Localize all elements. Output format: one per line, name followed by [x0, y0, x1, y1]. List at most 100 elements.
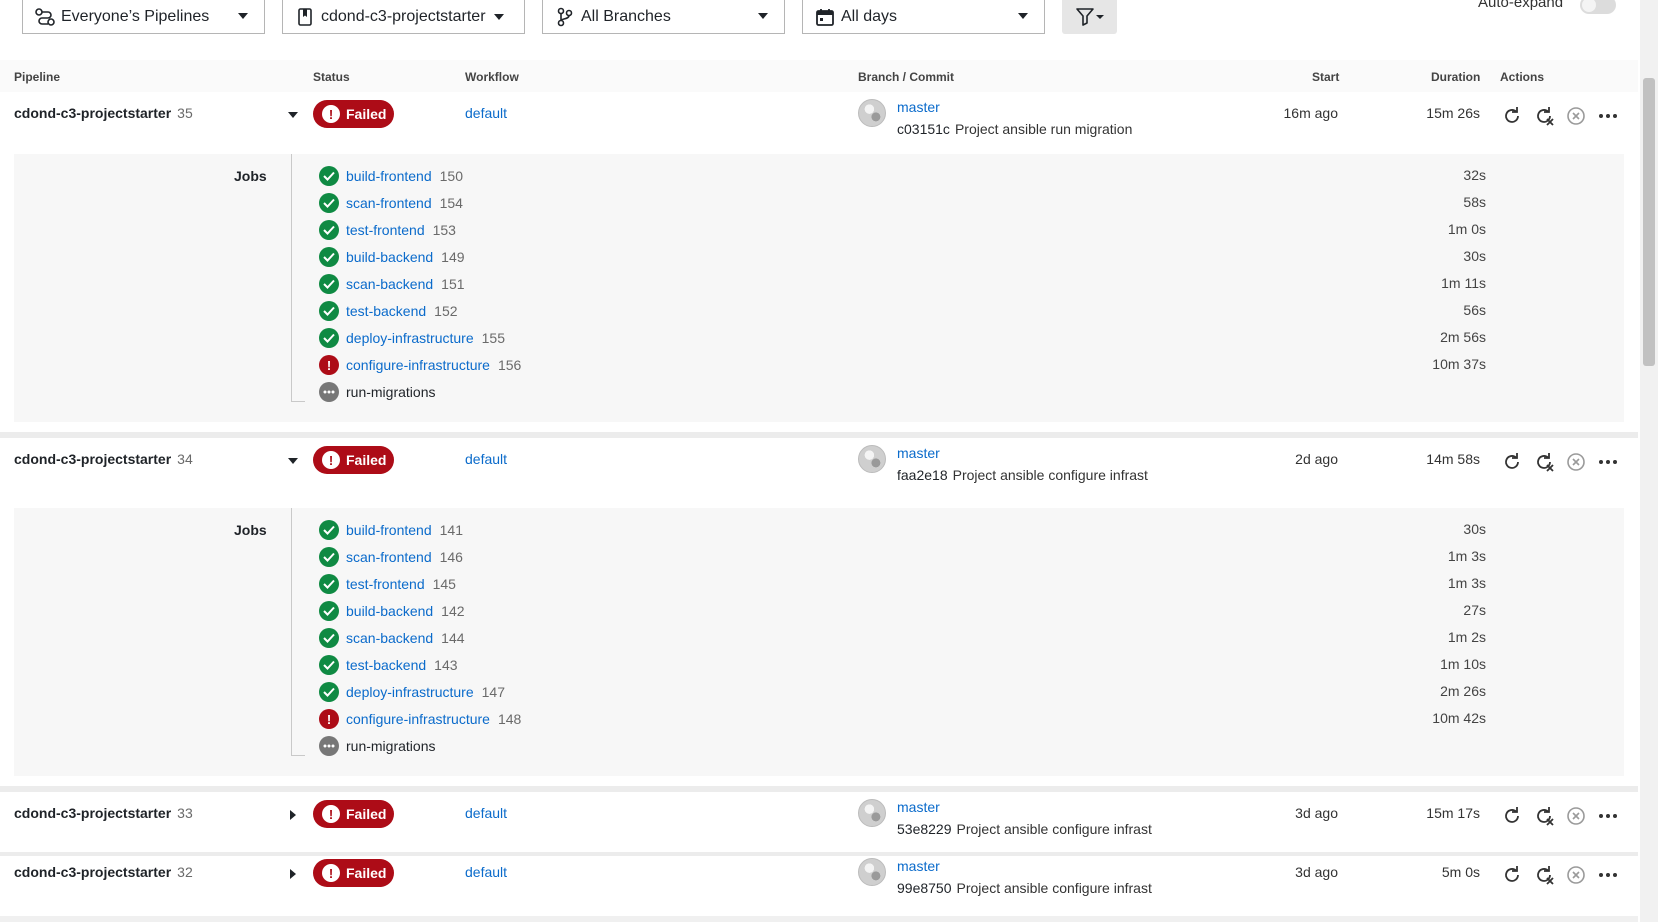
job-name-link[interactable]: deploy-infrastructure — [346, 330, 474, 346]
cancel-icon — [1567, 807, 1585, 825]
alert-icon: ! — [322, 864, 340, 882]
scrollbar-thumb[interactable] — [1643, 78, 1655, 366]
expand-chevron-icon[interactable] — [290, 869, 296, 879]
more-actions-button[interactable] — [1596, 804, 1620, 828]
pipeline-row: cdond-c3-projectstarter 34 ! Failed defaul… — [0, 438, 1638, 500]
commit-info: faa2e18 Project ansible configure infrast — [897, 467, 1148, 483]
job-duration: 1m 0s — [1447, 221, 1486, 237]
rerun-failed-button[interactable] — [1532, 450, 1556, 474]
commit-sha[interactable]: 53e8229 — [897, 821, 952, 837]
cancel-button[interactable] — [1564, 804, 1588, 828]
auto-expand-toggle[interactable] — [1580, 0, 1616, 14]
status-label: Failed — [346, 806, 387, 822]
not-run-dots-icon — [319, 736, 339, 756]
branch-icon — [555, 7, 575, 27]
rerun-button[interactable] — [1500, 863, 1524, 887]
column-header-branch-commit: Branch / Commit — [858, 70, 955, 84]
success-check-icon — [319, 574, 339, 594]
collapse-chevron-icon[interactable] — [288, 112, 298, 118]
job-item: run-migrations — [319, 735, 435, 757]
job-name-link[interactable]: scan-backend — [346, 630, 433, 646]
cancel-button[interactable] — [1564, 104, 1588, 128]
status-badge[interactable]: ! Failed — [313, 100, 394, 128]
job-duration: 1m 11s — [1441, 275, 1486, 291]
job-name-link[interactable]: build-frontend — [346, 522, 432, 538]
more-actions-button[interactable] — [1596, 863, 1620, 887]
job-name-link[interactable]: test-backend — [346, 657, 426, 673]
branch-filter-dropdown[interactable]: All Branches — [542, 0, 785, 34]
commit-message: Project ansible run migration — [954, 121, 1133, 137]
column-header-pipeline: Pipeline — [14, 70, 61, 84]
job-name-link[interactable]: deploy-infrastructure — [346, 684, 474, 700]
job-name-link[interactable]: test-frontend — [346, 576, 425, 592]
workflow-link[interactable]: default — [465, 864, 507, 880]
job-duration: 58s — [1463, 194, 1486, 210]
job-name-link[interactable]: test-frontend — [346, 222, 425, 238]
pipeline-name-link[interactable]: cdond-c3-projectstarter 33 — [14, 805, 193, 821]
job-name-link[interactable]: build-backend — [346, 249, 433, 265]
job-item: build-backend 149 — [319, 246, 465, 268]
job-number: 154 — [439, 195, 463, 211]
branch-link[interactable]: master — [897, 858, 940, 874]
expand-chevron-icon[interactable] — [290, 810, 296, 820]
branch-link[interactable]: master — [897, 99, 940, 115]
workflow-link[interactable]: default — [465, 805, 507, 821]
workflow-link[interactable]: default — [465, 105, 507, 121]
job-name-link[interactable]: scan-backend — [346, 276, 433, 292]
commit-sha[interactable]: faa2e18 — [897, 467, 948, 483]
success-check-icon — [319, 520, 339, 540]
date-filter-dropdown[interactable]: All days — [802, 0, 1045, 34]
pipeline-number: 32 — [177, 864, 193, 880]
status-badge[interactable]: ! Failed — [313, 446, 394, 474]
job-name-link[interactable]: build-frontend — [346, 168, 432, 184]
column-header-actions: Actions — [1500, 70, 1545, 84]
job-name-link[interactable]: configure-infrastructure — [346, 711, 490, 727]
success-check-icon — [319, 655, 339, 675]
failed-alert-icon: ! — [319, 355, 339, 375]
pipelines-filter-dropdown[interactable]: Everyone’s Pipelines — [22, 0, 265, 34]
cancel-button[interactable] — [1564, 450, 1588, 474]
rerun-button[interactable] — [1500, 804, 1524, 828]
status-badge[interactable]: ! Failed — [313, 859, 394, 887]
commit-sha[interactable]: c03151c — [897, 121, 950, 137]
workflow-link[interactable]: default — [465, 451, 507, 467]
job-name-link[interactable]: build-backend — [346, 603, 433, 619]
job-item: scan-frontend 146 — [319, 546, 463, 568]
rerun-icon — [1505, 807, 1519, 823]
pipeline-name-link[interactable]: cdond-c3-projectstarter 34 — [14, 451, 193, 467]
more-actions-button[interactable] — [1596, 104, 1620, 128]
rerun-button[interactable] — [1500, 450, 1524, 474]
collapse-chevron-icon[interactable] — [288, 458, 298, 464]
job-name-link[interactable]: test-backend — [346, 303, 426, 319]
cancel-button[interactable] — [1564, 863, 1588, 887]
auto-expand-label: Auto-expand — [1478, 0, 1564, 11]
success-check-icon — [319, 682, 339, 702]
rerun-icon — [1505, 107, 1519, 123]
status-badge[interactable]: ! Failed — [313, 800, 394, 828]
branch-link[interactable]: master — [897, 799, 940, 815]
pipeline-name-link[interactable]: cdond-c3-projectstarter 35 — [14, 105, 193, 121]
commit-info: 53e8229 Project ansible configure infrast — [897, 821, 1152, 837]
more-icon — [1599, 873, 1617, 877]
rerun-button[interactable] — [1500, 104, 1524, 128]
pipeline-name-link[interactable]: cdond-c3-projectstarter 32 — [14, 864, 193, 880]
job-name-link[interactable]: scan-frontend — [346, 549, 432, 565]
rerun-failed-button[interactable] — [1532, 863, 1556, 887]
job-number: 151 — [441, 276, 465, 292]
project-filter-dropdown[interactable]: cdond-c3-projectstarter — [282, 0, 525, 34]
job-name-link[interactable]: configure-infrastructure — [346, 357, 490, 373]
commit-sha[interactable]: 99e8750 — [897, 880, 952, 896]
rerun-failed-button[interactable] — [1532, 804, 1556, 828]
rerun-failed-button[interactable] — [1532, 104, 1556, 128]
pipeline-row: cdond-c3-projectstarter 32 ! Failed defaul… — [0, 856, 1638, 916]
advanced-filter-button[interactable] — [1062, 0, 1117, 34]
more-actions-button[interactable] — [1596, 450, 1620, 474]
project-filter-label: cdond-c3-projectstarter — [321, 7, 486, 25]
job-number: 146 — [439, 549, 463, 565]
branch-link[interactable]: master — [897, 445, 940, 461]
rerun-failed-icon — [1537, 866, 1554, 885]
vertical-scrollbar[interactable] — [1640, 0, 1658, 922]
commit-message: Project ansible configure infrast — [956, 880, 1152, 896]
rerun-failed-icon — [1537, 453, 1554, 472]
job-name-link[interactable]: scan-frontend — [346, 195, 432, 211]
